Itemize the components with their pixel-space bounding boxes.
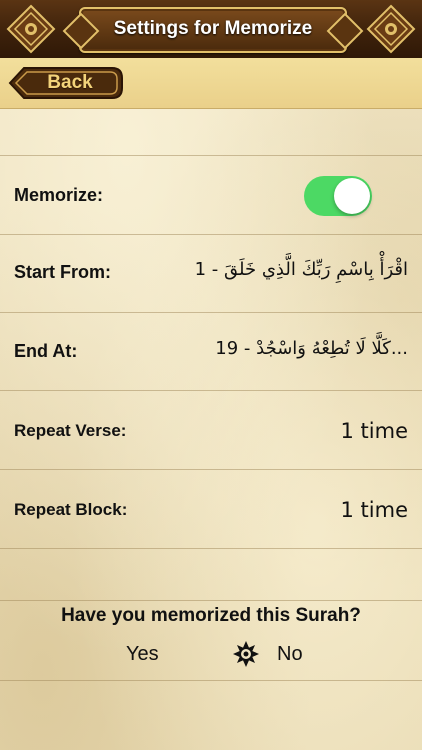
divider: [0, 680, 422, 681]
repeat-block-label: Repeat Block:: [14, 500, 128, 519]
ornament-icon: [366, 4, 416, 54]
page-title: Settings for Memorize: [113, 18, 313, 39]
end-at-row[interactable]: End At: 19 - كَلَّا لَا تُطِعْهُ وَاسْجُ…: [0, 313, 422, 391]
selected-star-icon: [233, 641, 259, 667]
repeat-block-value: 1 time: [340, 498, 408, 522]
yes-option[interactable]: Yes: [126, 643, 159, 666]
repeat-block-row[interactable]: Repeat Block: 1 time: [0, 470, 422, 549]
title-plaque: Settings for Memorize: [79, 7, 347, 53]
no-option[interactable]: No: [277, 643, 303, 666]
toggle-knob: [334, 178, 370, 214]
repeat-verse-row[interactable]: Repeat Verse: 1 time: [0, 391, 422, 470]
toolbar-band: Back: [0, 58, 422, 109]
memorize-toggle[interactable]: [304, 176, 372, 216]
memorized-question: Have you memorized this Surah?: [61, 605, 361, 626]
spacer-row: [0, 108, 422, 156]
start-from-value: 1 - اقْرَأْ بِاسْمِ رَبِّكَ الَّذِي خَلَ…: [194, 259, 408, 280]
repeat-verse-value: 1 time: [340, 419, 408, 443]
end-at-value: 19 - كَلَّا لَا تُطِعْهُ وَاسْجُدْ...: [215, 338, 408, 359]
back-button[interactable]: Back: [8, 64, 126, 102]
navigation-bar: Settings for Memorize: [0, 0, 422, 60]
repeat-verse-label: Repeat Verse:: [14, 421, 127, 440]
memorize-label: Memorize:: [14, 185, 104, 205]
end-at-label: End At:: [14, 341, 78, 361]
spacer-row: [0, 549, 422, 601]
start-from-label: Start From:: [14, 262, 112, 282]
back-label: Back: [47, 72, 93, 93]
start-from-row[interactable]: Start From: 1 - اقْرَأْ بِاسْمِ رَبِّكَ …: [0, 235, 422, 313]
ornament-icon: [6, 4, 56, 54]
